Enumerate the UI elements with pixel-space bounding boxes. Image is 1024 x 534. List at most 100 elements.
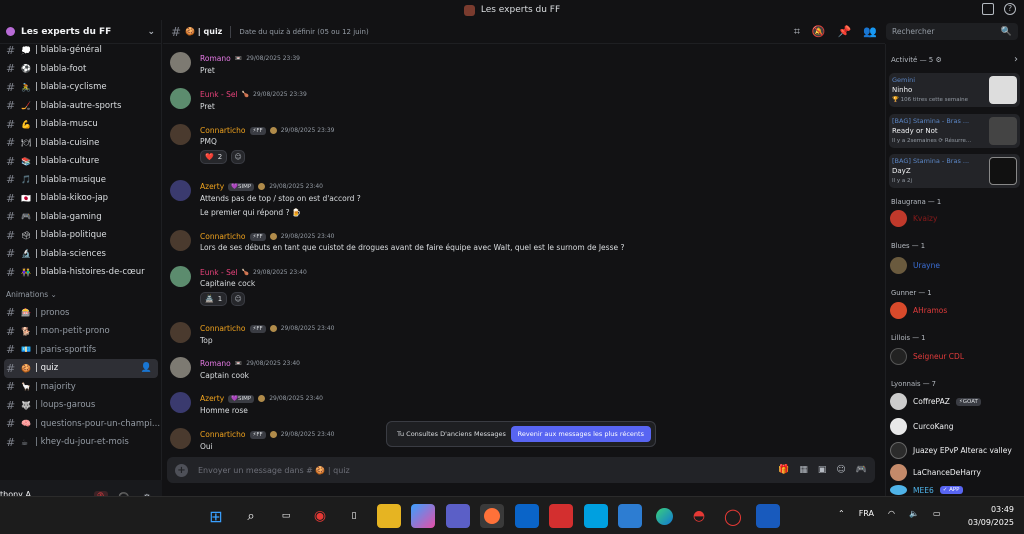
activity-card[interactable]: [BAG] Stamina - Bras ... Ready or Not Il… xyxy=(889,114,1020,148)
member-item[interactable]: LaChanceDeHarry xyxy=(890,464,981,481)
channel-item[interactable]: # 🚴 | blabla-cyclisme xyxy=(0,78,162,97)
member-item[interactable]: CurcoKang xyxy=(890,418,954,435)
file-explorer-icon[interactable] xyxy=(377,504,401,528)
battery-icon[interactable]: ▭ xyxy=(933,509,941,518)
channel-item[interactable]: # 💶 | paris-sportifs xyxy=(0,341,162,360)
channel-item[interactable]: # 🍽 | blabla-cuisine xyxy=(0,134,162,153)
mybtp-icon[interactable] xyxy=(584,504,608,528)
add-reaction-icon[interactable]: ☺ xyxy=(231,292,246,306)
firefox-icon[interactable] xyxy=(480,504,504,528)
task-view-icon[interactable]: ▭ xyxy=(274,504,298,528)
member-item[interactable]: Kvaizy xyxy=(890,210,937,227)
plus-icon[interactable]: + xyxy=(175,463,188,477)
avatar[interactable] xyxy=(170,52,191,73)
pin-icon[interactable]: 📌 xyxy=(838,25,852,39)
avatar[interactable] xyxy=(170,124,191,145)
emoji-icon[interactable]: ☺ xyxy=(836,465,845,475)
word-icon[interactable] xyxy=(756,504,780,528)
author-name[interactable]: Eunk - Sel xyxy=(200,90,238,99)
search-input[interactable]: Rechercher 🔍 xyxy=(886,23,1018,40)
members-icon[interactable]: 👥 xyxy=(863,25,877,39)
author-name[interactable]: Romano xyxy=(200,54,231,63)
channel-item[interactable]: # 🎰 | pronos xyxy=(0,304,162,323)
channel-item[interactable]: # 🎵 | blabla-musique xyxy=(0,171,162,190)
channel-item[interactable]: # 🧠 | questions-pour-un-champi... xyxy=(0,415,162,434)
gif-icon[interactable]: ▦ xyxy=(799,465,808,475)
apps-icon[interactable]: 🎮 xyxy=(856,465,867,475)
store-icon[interactable] xyxy=(618,504,642,528)
member-item[interactable]: CoffrePAZ ⚡GOAT xyxy=(890,393,981,410)
channel-item[interactable]: # ⚽ | blabla-foot xyxy=(0,60,162,79)
channel-item[interactable]: # 🦙 | majority xyxy=(0,378,162,397)
channel-item[interactable]: # 🇯🇵 | blabla-kikoo-jap xyxy=(0,189,162,208)
channel-sidebar: Les experts du FF ⌄ # 💭 | blabla-général #… xyxy=(0,20,162,516)
channel-item[interactable]: # 🔬 | blabla-sciences xyxy=(0,245,162,264)
author-name[interactable]: Connarticho xyxy=(200,324,246,333)
outlook-icon[interactable] xyxy=(515,504,539,528)
author-name[interactable]: Azerty xyxy=(200,182,224,191)
teams-icon[interactable] xyxy=(446,504,470,528)
activity-card[interactable]: Gemini Ninho 🏆 106 titres cette semaine xyxy=(889,73,1020,107)
opera-icon[interactable]: ◯ xyxy=(721,504,745,528)
avatar[interactable] xyxy=(170,88,191,109)
author-name[interactable]: Eunk - Sel xyxy=(200,268,238,277)
member-item[interactable]: Urayne xyxy=(890,257,940,274)
wifi-icon[interactable]: ◠ xyxy=(888,509,895,518)
avatar[interactable] xyxy=(170,230,191,251)
author-name[interactable]: Connarticho xyxy=(200,232,246,241)
notifications-muted-icon[interactable]: 🔕 xyxy=(812,25,826,39)
author-name[interactable]: Romano xyxy=(200,359,231,368)
channel-item[interactable]: # 🐕 | mon-petit-prono xyxy=(0,322,162,341)
channel-item[interactable]: # 💪 | blabla-muscu xyxy=(0,115,162,134)
member-item[interactable]: Juazey EPvP Alterac valley xyxy=(890,442,1012,459)
sticker-icon[interactable]: ▣ xyxy=(818,465,827,475)
channel-item[interactable]: # 🐺 | loups-garous xyxy=(0,396,162,415)
channel-item[interactable]: # 💭 | blabla-général xyxy=(0,41,162,60)
avatar[interactable] xyxy=(170,180,191,201)
channel-item[interactable]: # 👫 | blabla-histoires-de-cœur xyxy=(0,263,162,282)
avatar[interactable] xyxy=(170,266,191,287)
member-item[interactable]: AHramos xyxy=(890,302,947,319)
chevron-up-icon[interactable]: ⌃ xyxy=(838,509,845,518)
member-item[interactable]: Seigneur CDL xyxy=(890,348,964,365)
volume-icon[interactable]: 🔈 xyxy=(909,509,919,518)
activity-card[interactable]: [BAG] Stamina - Bras ... DayZ Il y a 2j xyxy=(889,154,1020,188)
channel-topic[interactable]: Date du quiz à définir (05 ou 12 juin) xyxy=(239,28,368,36)
search-icon[interactable]: ⌕ xyxy=(239,504,263,528)
edge-icon[interactable] xyxy=(652,504,676,528)
windows-start-icon[interactable]: ⊞ xyxy=(204,504,228,528)
chevron-right-icon[interactable]: › xyxy=(1014,54,1018,65)
category-animations[interactable]: Animations ⌄ xyxy=(0,286,162,304)
member-item[interactable]: MEE6 ✓ APP xyxy=(890,485,963,495)
add-reaction-icon[interactable]: ☺ xyxy=(231,150,246,164)
ccleaner-icon[interactable]: ◓ xyxy=(687,504,711,528)
message-composer[interactable]: + Envoyer un message dans # 🍪 | quiz 🎁 ▦… xyxy=(167,457,875,483)
help-icon[interactable]: ? xyxy=(1004,3,1016,15)
author-name[interactable]: Connarticho xyxy=(200,126,246,135)
avatar[interactable] xyxy=(170,322,191,343)
jump-to-present-button[interactable]: Revenir aux messages les plus récents xyxy=(510,426,651,442)
avatar[interactable] xyxy=(170,357,191,378)
channel-item[interactable]: # 📚 | blabla-culture xyxy=(0,152,162,171)
avatar[interactable] xyxy=(170,428,191,449)
record-icon[interactable]: ◉ xyxy=(308,504,332,528)
language-indicator[interactable]: FRA xyxy=(859,509,874,518)
author-name[interactable]: Azerty xyxy=(200,394,224,403)
threads-icon[interactable]: ⌗ xyxy=(794,25,800,39)
channel-item[interactable]: # 🗳 | blabla-politique xyxy=(0,226,162,245)
author-name[interactable]: Connarticho xyxy=(200,430,246,439)
reaction-heart[interactable]: ❤️ 2 xyxy=(200,150,228,164)
screen-share-icon[interactable] xyxy=(982,3,994,15)
channel-item[interactable]: # ☕ | khey-du-jour-et-mois xyxy=(0,433,162,452)
channel-item[interactable]: # 🎮 | blabla-gaming xyxy=(0,208,162,227)
notepad-icon[interactable]: ▯ xyxy=(342,504,366,528)
reaction-temple[interactable]: 🏯 1 xyxy=(200,292,228,306)
gift-icon[interactable]: 🎁 xyxy=(778,465,789,475)
avatar[interactable] xyxy=(170,392,191,413)
channel-item[interactable]: # 🏒 | blabla-autre-sports xyxy=(0,97,162,116)
channel-item-quiz[interactable]: # 🍪 | quiz 👤 xyxy=(4,359,158,378)
m365-icon[interactable] xyxy=(411,504,435,528)
clock[interactable]: 03:49 03/09/2025 xyxy=(968,503,1014,529)
add-member-icon[interactable]: 👤 xyxy=(141,363,152,373)
tlc-icon[interactable] xyxy=(549,504,573,528)
